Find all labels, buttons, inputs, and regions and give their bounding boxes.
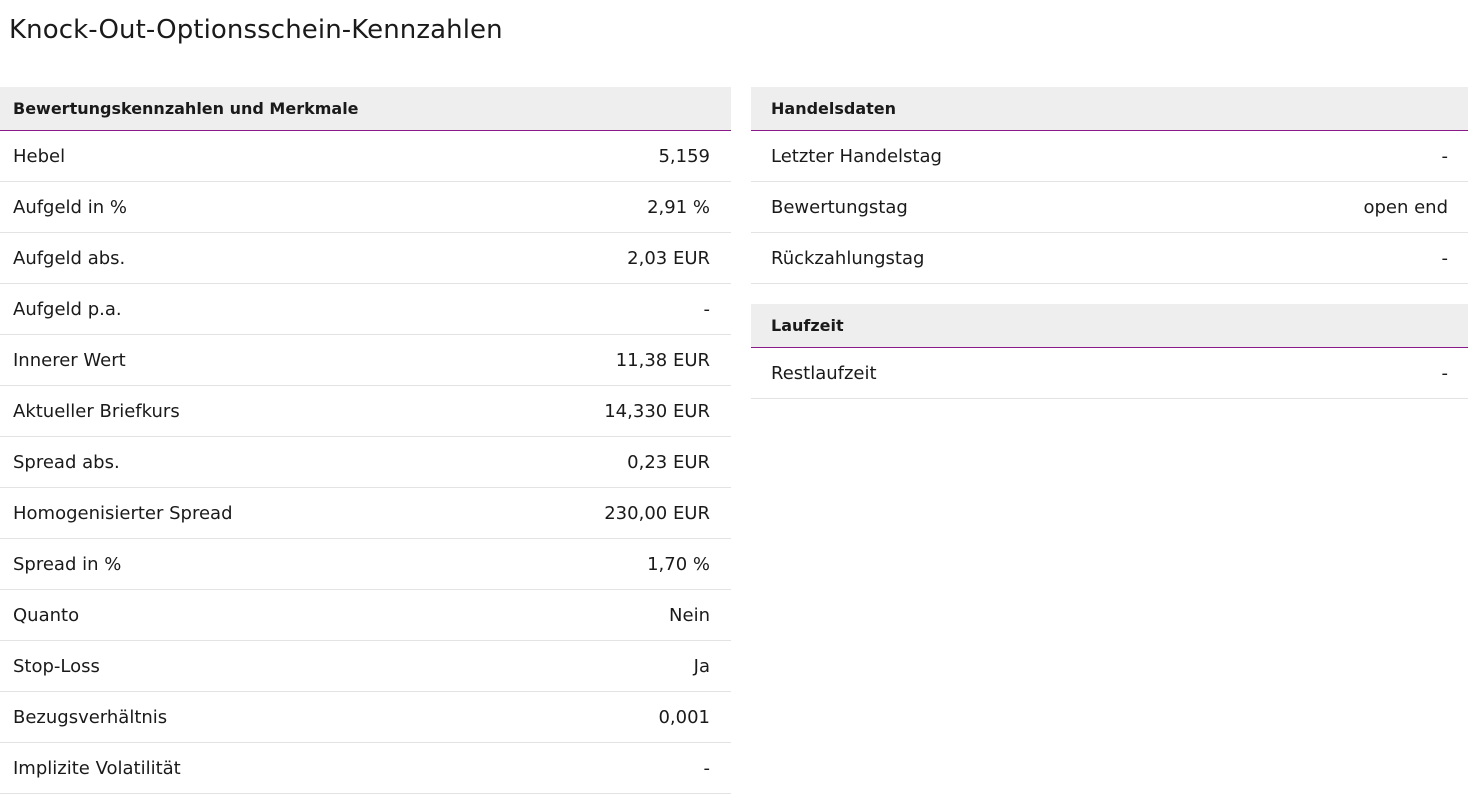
row-label: Aufgeld in % — [13, 196, 127, 218]
row-label: Stop-Loss — [13, 655, 100, 677]
row-value: - — [1441, 247, 1449, 269]
table-row: Innerer Wert 11,38 EUR — [0, 335, 731, 386]
table-row: Bezugsverhältnis 0,001 — [0, 692, 731, 743]
section-header-trading-data: Handelsdaten — [751, 87, 1468, 131]
row-label: Spread abs. — [13, 451, 120, 473]
row-value: open end — [1363, 196, 1448, 218]
row-value: - — [1441, 145, 1449, 167]
term-list: Restlaufzeit - — [751, 348, 1468, 399]
row-value: 2,91 % — [647, 196, 710, 218]
row-label: Quanto — [13, 604, 80, 626]
table-row: Letzter Handelstag - — [751, 131, 1468, 182]
table-row: Stop-Loss Ja — [0, 641, 731, 692]
row-label: Homogenisierter Spread — [13, 502, 233, 524]
trading-data-list: Letzter Handelstag - Bewertungstag open end… — [751, 131, 1468, 284]
row-value: 2,03 EUR — [627, 247, 710, 269]
section-header-valuation: Bewertungskennzahlen und Merkmale — [0, 87, 731, 131]
table-row: Aufgeld in % 2,91 % — [0, 182, 731, 233]
table-row: Hebel 5,159 — [0, 131, 731, 182]
row-label: Bezugsverhältnis — [13, 706, 168, 728]
row-value: Nein — [669, 604, 710, 626]
row-value: 0,001 — [658, 706, 710, 728]
section-header-term: Laufzeit — [751, 304, 1468, 348]
row-label: Aufgeld p.a. — [13, 298, 122, 320]
row-value: 1,70 % — [647, 553, 710, 575]
valuation-metrics-panel: Bewertungskennzahlen und Merkmale Hebel 5… — [0, 87, 731, 794]
table-row: Implizite Volatilität - — [0, 743, 731, 794]
table-row: Bewertungstag open end — [751, 182, 1468, 233]
row-label: Spread in % — [13, 553, 122, 575]
row-label: Bewertungstag — [771, 196, 908, 218]
row-label: Implizite Volatilität — [13, 757, 181, 779]
table-row: Spread abs. 0,23 EUR — [0, 437, 731, 488]
row-value: 14,330 EUR — [604, 400, 710, 422]
row-value: 11,38 EUR — [615, 349, 710, 371]
valuation-metrics-list: Hebel 5,159 Aufgeld in % 2,91 % Aufgeld abs.… — [0, 131, 731, 794]
table-row: Homogenisierter Spread 230,00 EUR — [0, 488, 731, 539]
row-label: Aktueller Briefkurs — [13, 400, 180, 422]
trading-data-panel: Handelsdaten Letzter Handelstag - Bewertun… — [751, 87, 1468, 399]
row-label: Rückzahlungstag — [771, 247, 925, 269]
table-row: Rückzahlungstag - — [751, 233, 1468, 284]
row-label: Restlaufzeit — [771, 362, 877, 384]
table-row: Restlaufzeit - — [751, 348, 1468, 399]
table-row: Spread in % 1,70 % — [0, 539, 731, 590]
page-title: Knock-Out-Optionsschein-Kennzahlen — [9, 15, 503, 45]
table-row: Aufgeld p.a. - — [0, 284, 731, 335]
row-label: Aufgeld abs. — [13, 247, 126, 269]
row-value: 230,00 EUR — [604, 502, 710, 524]
row-value: - — [703, 298, 711, 320]
row-value: - — [1441, 362, 1449, 384]
row-label: Letzter Handelstag — [771, 145, 942, 167]
table-row: Aufgeld abs. 2,03 EUR — [0, 233, 731, 284]
row-value: - — [703, 757, 711, 779]
row-label: Innerer Wert — [13, 349, 126, 371]
table-row: Aktueller Briefkurs 14,330 EUR — [0, 386, 731, 437]
row-value: 5,159 — [658, 145, 710, 167]
row-value: Ja — [693, 655, 710, 677]
row-label: Hebel — [13, 145, 66, 167]
row-value: 0,23 EUR — [627, 451, 710, 473]
table-row: Quanto Nein — [0, 590, 731, 641]
